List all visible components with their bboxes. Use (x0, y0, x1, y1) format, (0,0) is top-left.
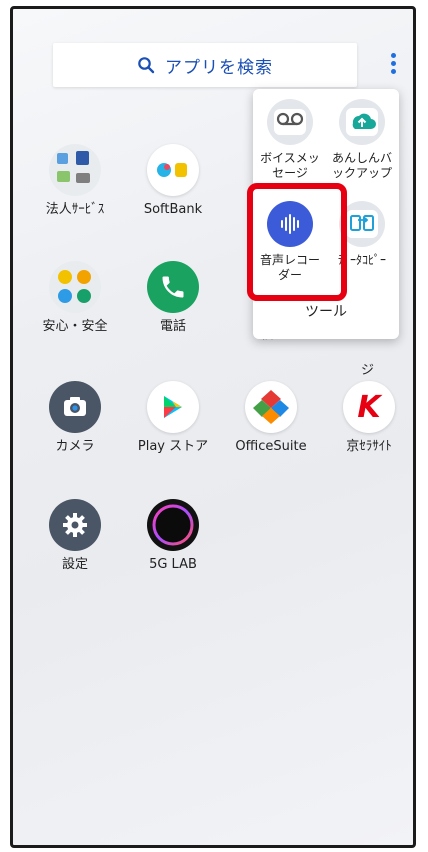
kyocera-icon: K (343, 381, 395, 433)
app-label: 電話 (159, 319, 186, 334)
app-camera[interactable]: カメラ (35, 381, 115, 455)
app-label: あんしんバックアップ (331, 151, 392, 180)
app-5g-lab[interactable]: 5G LAB (133, 499, 213, 573)
app-officesuite[interactable]: OfficeSuite (231, 381, 311, 455)
app-softbank[interactable]: SoftBank (133, 144, 213, 218)
app-play-store[interactable]: Play ストア (133, 381, 213, 455)
app-label: 京ｾﾗｻｲﾄ (346, 439, 392, 454)
app-label: OfficeSuite (235, 439, 307, 454)
app-label: 安心・安全 (42, 319, 108, 334)
folder-name[interactable]: ツール (253, 301, 399, 321)
officesuite-icon (245, 381, 297, 433)
app-label: 法人ｻｰﾋﾞｽ (45, 202, 105, 217)
softbank-folder-icon (147, 144, 199, 196)
partial-label-right: ジ (361, 363, 375, 378)
voicemail-icon (267, 99, 313, 145)
app-hojin-service[interactable]: 法人ｻｰﾋﾞｽ (35, 144, 115, 218)
anshin-anzen-icon (49, 261, 101, 313)
search-icon (138, 57, 155, 74)
play-store-icon (147, 381, 199, 433)
app-voice-message[interactable]: ボイスメッセージ (257, 99, 323, 181)
search-placeholder: アプリを検索 (165, 57, 273, 78)
phone-screen: アプリを検索 法人ｻｰﾋﾞｽ SoftBank 安心・安全 電話 ジ カメラ P… (10, 6, 416, 848)
camera-icon (49, 381, 101, 433)
cloud-backup-icon (339, 99, 385, 145)
app-settings[interactable]: 設定 (35, 499, 115, 573)
highlight-frame (247, 183, 347, 301)
settings-icon (49, 499, 101, 551)
app-kyocera[interactable]: K 京ｾﾗｻｲﾄ (329, 381, 409, 455)
app-label: Play ストア (137, 439, 209, 454)
app-search-bar[interactable]: アプリを検索 (53, 43, 357, 87)
app-label: 設定 (61, 557, 88, 572)
app-anshin-anzen[interactable]: 安心・安全 (35, 261, 115, 335)
phone-icon (147, 261, 199, 313)
app-label: 5G LAB (149, 557, 197, 572)
app-label: ボイスメッセージ (260, 151, 320, 180)
5g-lab-icon (147, 499, 199, 551)
app-label: SoftBank (143, 202, 203, 217)
app-phone[interactable]: 電話 (133, 261, 213, 335)
more-options-icon[interactable] (389, 53, 397, 79)
app-label: カメラ (55, 439, 95, 454)
hojin-service-icon (49, 144, 101, 196)
app-anshin-backup[interactable]: あんしんバックアップ (329, 99, 395, 181)
